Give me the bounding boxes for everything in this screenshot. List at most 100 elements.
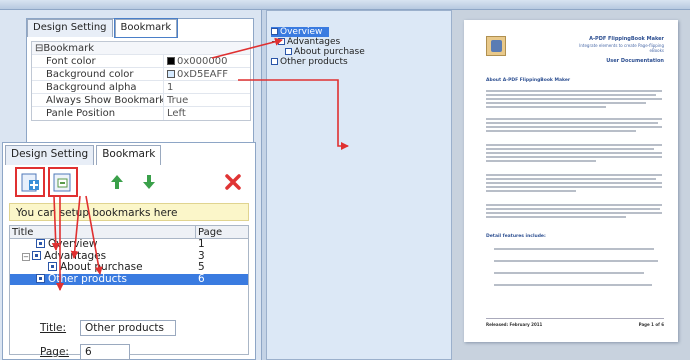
arrow-down-icon xyxy=(143,175,155,189)
move-up-button[interactable] xyxy=(105,170,129,194)
property-row-background-alpha[interactable]: Background alpha 1 xyxy=(32,81,250,94)
color-swatch xyxy=(167,70,175,78)
text-line xyxy=(486,152,662,154)
text-line xyxy=(486,122,658,124)
page-input[interactable]: 6 xyxy=(80,344,130,360)
text-line xyxy=(494,272,644,274)
text-line xyxy=(494,248,654,250)
tab-design-setting[interactable]: Design Setting xyxy=(27,19,113,37)
preview-bookmark-panel: Overview − Advantages About purchase Othe… xyxy=(266,10,452,360)
text-line xyxy=(486,130,636,132)
highlight-box xyxy=(15,167,45,197)
footer-divider xyxy=(486,318,664,319)
property-value[interactable]: 0x000000 xyxy=(177,56,227,67)
text-line xyxy=(486,178,656,180)
text-line xyxy=(486,160,596,162)
bookmark-icon xyxy=(278,38,285,45)
bookmark-icon xyxy=(271,58,278,65)
title-input[interactable]: Other products xyxy=(80,320,176,336)
bookmark-title: Overview xyxy=(48,238,98,250)
property-key: Always Show Bookmark xyxy=(32,94,164,106)
property-key: Font color xyxy=(32,55,164,67)
move-down-button[interactable] xyxy=(137,170,161,194)
tab-design-setting[interactable]: Design Setting xyxy=(5,145,95,165)
bookmark-icon xyxy=(36,273,45,283)
property-value[interactable]: Left xyxy=(164,107,250,120)
tab-bookmark[interactable]: Bookmark xyxy=(96,145,162,165)
bookmark-icon xyxy=(32,250,41,260)
bookmark-page: 6 xyxy=(198,272,205,285)
preview-item-other-products[interactable]: Other products xyxy=(271,57,365,67)
text-line xyxy=(486,212,662,214)
bookmark-page: 1 xyxy=(198,238,205,250)
window-title-bar xyxy=(0,0,690,10)
document-page: A-PDF FlippingBook Maker Integrate eleme… xyxy=(464,20,678,342)
bookmark-icon xyxy=(48,262,57,272)
collapse-icon[interactable]: − xyxy=(271,37,278,47)
bookmark-toolbar xyxy=(9,167,251,198)
tab-bookmark[interactable]: Bookmark xyxy=(113,18,179,38)
document-title: A-PDF FlippingBook Maker xyxy=(589,36,664,42)
text-line xyxy=(486,208,660,210)
preview-item-label: About purchase xyxy=(294,47,365,57)
text-line xyxy=(486,182,662,184)
title-label: Title: xyxy=(40,322,67,334)
text-line xyxy=(486,118,662,120)
document-subtitle: Integrate elements to create Page-flippi… xyxy=(579,43,664,53)
preview-item-label: Other products xyxy=(280,57,348,67)
delete-bookmark-button[interactable] xyxy=(221,170,245,194)
highlight-box xyxy=(48,167,78,197)
preview-item-overview[interactable]: Overview xyxy=(271,27,329,37)
property-key: Background color xyxy=(32,68,164,80)
title-field: Title: Other products xyxy=(40,320,176,336)
text-line xyxy=(486,204,662,206)
text-line xyxy=(486,156,662,158)
document-logo xyxy=(486,36,506,56)
text-line xyxy=(494,284,652,286)
document-heading: About A-PDF FlippingBook Maker xyxy=(486,78,571,83)
property-row-background-color[interactable]: Background color 0xD5EAFF xyxy=(32,68,250,81)
property-value[interactable]: 1 xyxy=(164,81,250,93)
bookmark-title: About purchase xyxy=(60,261,143,274)
tree-row-other-products[interactable]: Other products 6 xyxy=(10,272,248,286)
property-row-font-color[interactable]: Font color 0x000000 xyxy=(32,55,250,68)
document-footer-left: Released: February 2011 xyxy=(486,322,543,327)
property-grid: ⊟Bookmark Font color 0x000000 Background… xyxy=(31,41,251,121)
text-line xyxy=(486,102,646,104)
bookmark-icon xyxy=(285,48,292,55)
text-line xyxy=(486,98,662,100)
preview-item-advantages[interactable]: − Advantages xyxy=(271,37,365,47)
column-header-title[interactable]: Title xyxy=(10,226,196,238)
property-row-panel-position[interactable]: Panle Position Left xyxy=(32,107,250,120)
design-setting-panel: Design Setting Bookmark ⊟Bookmark Font c… xyxy=(26,18,254,146)
text-line xyxy=(486,174,662,176)
page-field: Page: 6 xyxy=(40,344,130,360)
preview-item-about-purchase[interactable]: About purchase xyxy=(271,47,365,57)
hint-bar: You can setup bookmarks here xyxy=(9,203,249,221)
property-group-bookmark[interactable]: ⊟Bookmark xyxy=(32,42,250,55)
text-line xyxy=(486,90,662,92)
document-user-doc: User Documentation xyxy=(606,58,664,64)
text-line xyxy=(494,260,658,262)
property-value[interactable]: True xyxy=(164,94,250,106)
text-line xyxy=(486,186,662,188)
text-line xyxy=(486,190,576,192)
delete-icon xyxy=(225,174,241,190)
bookmark-icon xyxy=(36,239,45,248)
preview-item-label: Advantages xyxy=(287,37,341,47)
text-line xyxy=(486,106,606,108)
bookmark-title: Advantages xyxy=(44,249,107,262)
property-row-always-show-bookmark[interactable]: Always Show Bookmark True xyxy=(32,94,250,107)
text-line xyxy=(486,144,662,146)
column-header-page[interactable]: Page xyxy=(196,226,248,238)
property-key: Panle Position xyxy=(32,107,164,120)
collapse-icon[interactable]: − xyxy=(22,252,30,261)
property-value[interactable]: 0xD5EAFF xyxy=(177,69,228,80)
tab-strip: Design Setting Bookmark xyxy=(5,145,163,165)
bookmark-title: Other products xyxy=(48,272,128,285)
tree-row-about-purchase[interactable]: About purchase 5 xyxy=(10,261,248,274)
tab-strip: Design Setting Bookmark xyxy=(27,18,179,39)
group-label: Bookmark xyxy=(43,43,95,54)
document-footer-right: Page 1 of 6 xyxy=(638,322,664,327)
arrow-up-icon xyxy=(111,175,123,189)
